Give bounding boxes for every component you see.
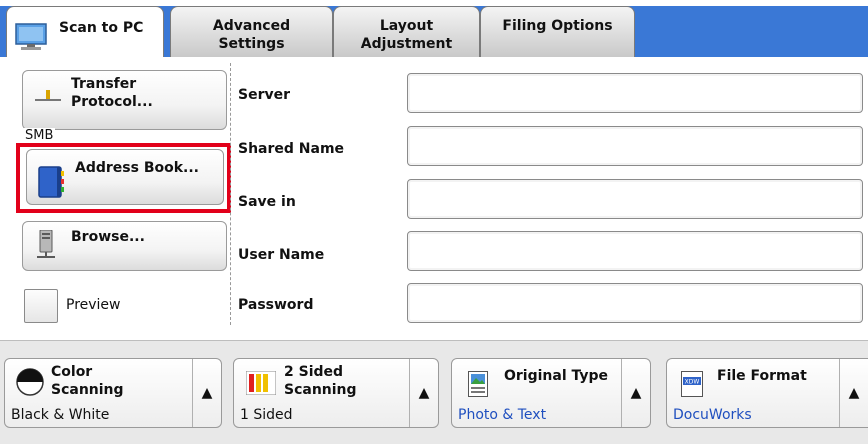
tab-advanced-settings[interactable]: Advanced Settings [170, 6, 333, 57]
xdw-file-icon: XDW [681, 371, 703, 401]
tab-bar: Scan to PC Advanced Settings Layout Adju… [0, 0, 868, 60]
file-format-title: File Format [717, 368, 807, 384]
file-format-button[interactable]: XDW File Format DocuWorks ▲ [666, 358, 868, 428]
photo-document-icon [468, 371, 488, 401]
scan-to-pc-screen: Scan to PC Advanced Settings Layout Adju… [0, 0, 868, 444]
address-book-button[interactable]: Address Book... [26, 149, 224, 205]
two-sided-scanning-button[interactable]: 2 Sided Scanning 1 Sided ▲ [233, 358, 439, 428]
browse-label: Browse... [71, 229, 145, 245]
color-scanning-button[interactable]: Color Scanning Black & White ▲ [4, 358, 222, 428]
browse-button[interactable]: Browse... [22, 221, 227, 271]
server-field[interactable] [407, 73, 863, 113]
color-mode-icon [15, 367, 45, 401]
chevron-up-icon[interactable]: ▲ [621, 359, 650, 427]
tab-scan-to-pc[interactable]: Scan to PC [6, 6, 164, 60]
address-book-label: Address Book... [75, 160, 199, 176]
preview-checkbox[interactable] [24, 289, 58, 323]
duplex-pages-icon [245, 370, 277, 399]
tab-layout-adjustment[interactable]: Layout Adjustment [333, 6, 480, 57]
pc-monitor-icon [15, 23, 49, 56]
user-name-label: User Name [238, 247, 325, 263]
shared-name-field[interactable] [407, 126, 863, 166]
server-label: Server [238, 87, 291, 103]
transfer-protocol-label: Transfer Protocol... [71, 76, 153, 110]
tab-label: Layout Adjustment [360, 18, 453, 52]
original-type-value: Photo & Text [458, 407, 547, 423]
user-name-field[interactable] [407, 231, 863, 271]
transfer-protocol-button[interactable]: Transfer Protocol... SMB [22, 70, 227, 143]
save-in-field[interactable] [407, 179, 863, 219]
vertical-divider [230, 63, 231, 325]
color-scanning-value: Black & White [11, 407, 110, 423]
shared-name-label: Shared Name [238, 141, 345, 157]
tab-label: Scan to PC [59, 20, 144, 36]
server-tower-icon [37, 229, 55, 264]
password-label: Password [238, 297, 314, 313]
file-format-value: DocuWorks [673, 407, 752, 423]
network-connector-icon [35, 89, 61, 108]
color-scanning-title: Color Scanning [51, 364, 124, 398]
two-sided-title: 2 Sided Scanning [284, 364, 357, 398]
password-field[interactable] [407, 283, 863, 323]
tab-label: Advanced Settings [212, 18, 291, 52]
transfer-protocol-value: SMB [23, 128, 56, 143]
chevron-up-icon[interactable]: ▲ [409, 359, 438, 427]
two-sided-value: 1 Sided [240, 407, 293, 423]
preview-label: Preview [66, 297, 121, 313]
original-type-title: Original Type [504, 368, 609, 384]
save-in-label: Save in [238, 194, 296, 210]
xdw-icon-text: XDW [685, 379, 700, 386]
tab-label: Filing Options [502, 18, 613, 34]
chevron-up-icon[interactable]: ▲ [192, 359, 221, 427]
chevron-up-icon[interactable]: ▲ [839, 359, 868, 427]
tab-filing-options[interactable]: Filing Options [480, 6, 635, 57]
original-type-button[interactable]: Original Type Photo & Text ▲ [451, 358, 651, 428]
feature-bar: Color Scanning Black & White ▲ 2 Sided S… [0, 340, 868, 444]
address-book-icon [37, 166, 65, 202]
main-panel: Transfer Protocol... SMB Address Book... [4, 57, 867, 329]
